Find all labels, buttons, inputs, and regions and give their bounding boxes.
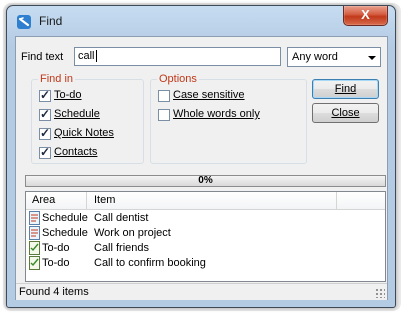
case-sensitive-label[interactable]: Case sensitive	[173, 89, 245, 101]
schedule-label-text: Schedule	[54, 108, 100, 120]
text-cursor	[95, 50, 97, 62]
row-area: Schedule	[42, 227, 88, 239]
whole-words-label-text: Whole words only	[173, 108, 260, 120]
progress-text: 0%	[198, 175, 213, 186]
status-bar: Found 4 items	[16, 283, 387, 300]
row-area: Schedule	[42, 212, 88, 224]
todo-icon	[29, 241, 40, 255]
todo-label[interactable]: To-do	[54, 89, 82, 101]
contacts-checkbox[interactable]	[39, 145, 51, 159]
close-window-button[interactable]: X	[343, 6, 388, 26]
resize-grip-icon[interactable]	[375, 288, 385, 298]
row-item: Call to confirm booking	[94, 257, 206, 269]
case-sensitive-checkbox[interactable]	[158, 90, 170, 102]
contacts-label[interactable]: Contacts	[54, 146, 97, 158]
whole-words-checkbox[interactable]	[158, 109, 170, 121]
quick-notes-checkbox[interactable]	[39, 126, 51, 140]
schedule-label[interactable]: Schedule	[54, 108, 100, 120]
match-mode-select[interactable]: Any word	[287, 47, 381, 67]
case-sensitive-label-text: Case sensitive	[173, 89, 245, 101]
todo-icon	[29, 256, 40, 270]
row-item: Call dentist	[94, 212, 149, 224]
table-row[interactable]: To-do Call friends	[26, 241, 385, 256]
schedule-icon	[29, 226, 40, 240]
quick-notes-label-text: Quick Notes	[54, 127, 114, 139]
schedule-icon	[29, 211, 40, 225]
row-item: Call friends	[94, 242, 150, 254]
table-row[interactable]: Schedule Work on project	[26, 226, 385, 241]
find-text-value: call	[78, 50, 95, 62]
find-in-title: Find in	[38, 73, 76, 85]
options-title: Options	[157, 73, 199, 85]
table-row[interactable]: To-do Call to confirm booking	[26, 256, 385, 271]
app-icon	[17, 15, 31, 29]
status-text: Found 4 items	[19, 286, 89, 298]
title-bar[interactable]: Find X	[7, 6, 395, 36]
chevron-down-icon	[368, 56, 376, 60]
whole-words-label[interactable]: Whole words only	[173, 108, 260, 120]
match-mode-value: Any word	[292, 51, 338, 63]
contacts-label-text: Contacts	[54, 146, 98, 158]
row-area: To-do	[42, 257, 70, 269]
close-button-label: Close	[331, 107, 360, 119]
table-row[interactable]: Schedule Call dentist	[26, 211, 385, 226]
window-title: Find	[39, 14, 63, 28]
column-divider[interactable]	[336, 192, 337, 209]
column-divider[interactable]	[86, 192, 87, 209]
find-button-label: Find	[334, 83, 357, 95]
find-text-input[interactable]: call	[74, 47, 281, 66]
close-button[interactable]: Close	[312, 103, 379, 123]
column-area[interactable]: Area	[32, 194, 55, 206]
results-header: Area Item	[26, 192, 385, 210]
row-area: To-do	[42, 242, 70, 254]
dialog-body: Find text call Any word Find in To-do Sc…	[15, 36, 388, 300]
find-in-group: Find in To-do Schedule Quick Notes Conta…	[31, 73, 144, 164]
options-group: Options Case sensitive Whole words only	[150, 73, 307, 164]
todo-label-text: To-do	[54, 89, 82, 101]
search-progress-bar: 0%	[25, 175, 386, 187]
find-window: Find X Find text call Any word Find in T…	[6, 5, 396, 308]
find-text-label: Find text	[21, 51, 64, 63]
find-button[interactable]: Find	[312, 79, 379, 99]
schedule-checkbox[interactable]	[39, 107, 51, 121]
todo-checkbox[interactable]	[39, 88, 51, 102]
column-item[interactable]: Item	[94, 194, 115, 206]
quick-notes-label[interactable]: Quick Notes	[54, 127, 114, 139]
row-item: Work on project	[94, 227, 171, 239]
results-list[interactable]: Area Item Schedule Call dentist Schedule…	[25, 191, 386, 282]
